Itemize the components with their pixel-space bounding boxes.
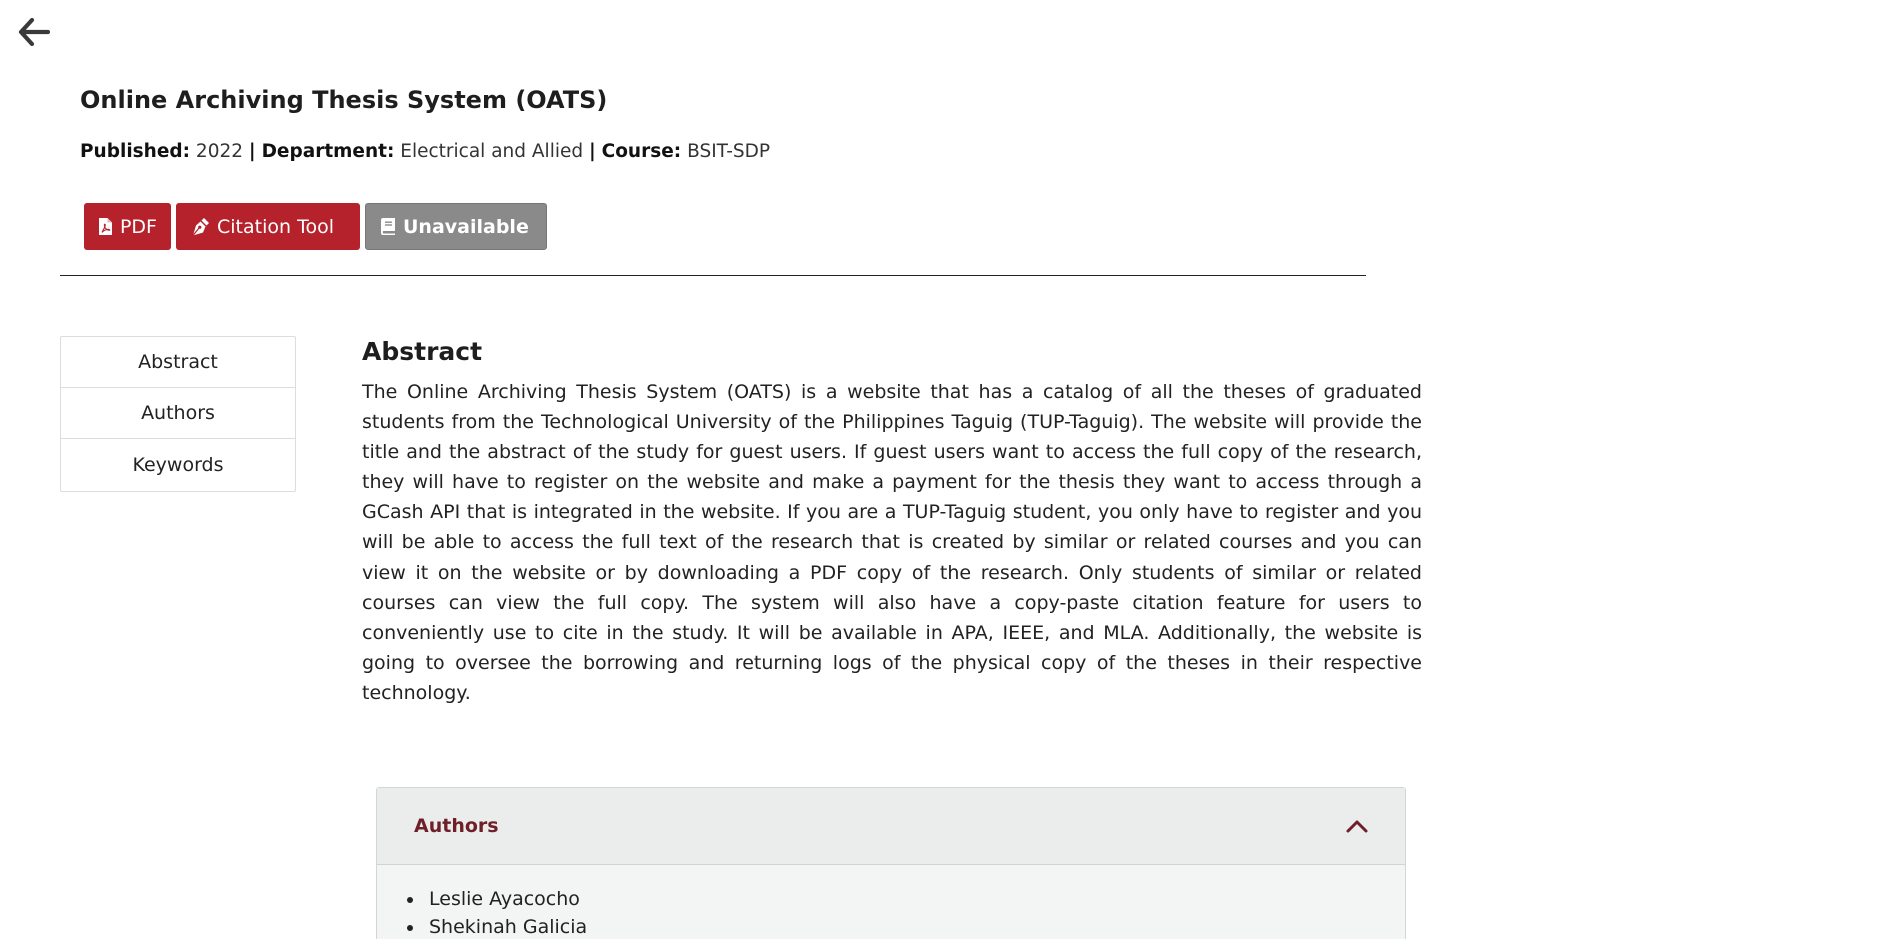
action-buttons: PDF Citation Tool Unavailable — [84, 203, 547, 250]
thesis-meta: Published: 2022 | Department: Electrical… — [80, 141, 770, 162]
arrow-left-icon — [18, 17, 50, 47]
unavailable-label: Unavailable — [403, 215, 529, 238]
department-value: Electrical and Allied — [400, 141, 584, 162]
chevron-up-icon[interactable] — [1345, 818, 1369, 834]
thesis-title: Online Archiving Thesis System (OATS) — [80, 86, 608, 114]
department-label: Department: — [261, 141, 395, 162]
citation-tool-button[interactable]: Citation Tool — [176, 203, 360, 250]
abstract-heading: Abstract — [362, 337, 483, 366]
file-pdf-icon — [98, 218, 112, 235]
abstract-text: The Online Archiving Thesis System (OATS… — [362, 381, 1422, 704]
published-value: 2022 — [195, 141, 244, 162]
authors-accordion-header[interactable]: Authors — [377, 788, 1405, 865]
book-icon — [381, 218, 395, 235]
course-value: BSIT-SDP — [687, 141, 771, 162]
authors-accordion-title: Authors — [414, 815, 499, 837]
header-divider — [60, 275, 1366, 276]
authors-list: Leslie Ayacocho Shekinah Galicia — [377, 865, 1405, 939]
author-item: Leslie Ayacocho — [425, 885, 1405, 913]
unavailable-button[interactable]: Unavailable — [365, 203, 547, 250]
pdf-button-label: PDF — [119, 215, 157, 238]
section-nav-keywords[interactable]: Keywords — [61, 439, 295, 491]
citation-tool-label: Citation Tool — [217, 215, 334, 238]
authors-accordion: Authors Leslie Ayacocho Shekinah Galicia — [376, 787, 1406, 939]
section-nav: Abstract Authors Keywords — [60, 336, 296, 492]
pen-nib-icon — [192, 217, 209, 236]
thesis-detail-page: Online Archiving Thesis System (OATS) Pu… — [0, 0, 1898, 939]
meta-separator: | — [248, 141, 256, 162]
section-nav-abstract[interactable]: Abstract — [61, 337, 295, 388]
published-label: Published: — [80, 141, 191, 162]
back-button[interactable] — [16, 14, 52, 50]
author-item: Shekinah Galicia — [425, 913, 1405, 939]
meta-separator: | — [588, 141, 596, 162]
section-nav-authors[interactable]: Authors — [61, 388, 295, 439]
course-label: Course: — [601, 141, 682, 162]
pdf-button[interactable]: PDF — [84, 203, 171, 250]
